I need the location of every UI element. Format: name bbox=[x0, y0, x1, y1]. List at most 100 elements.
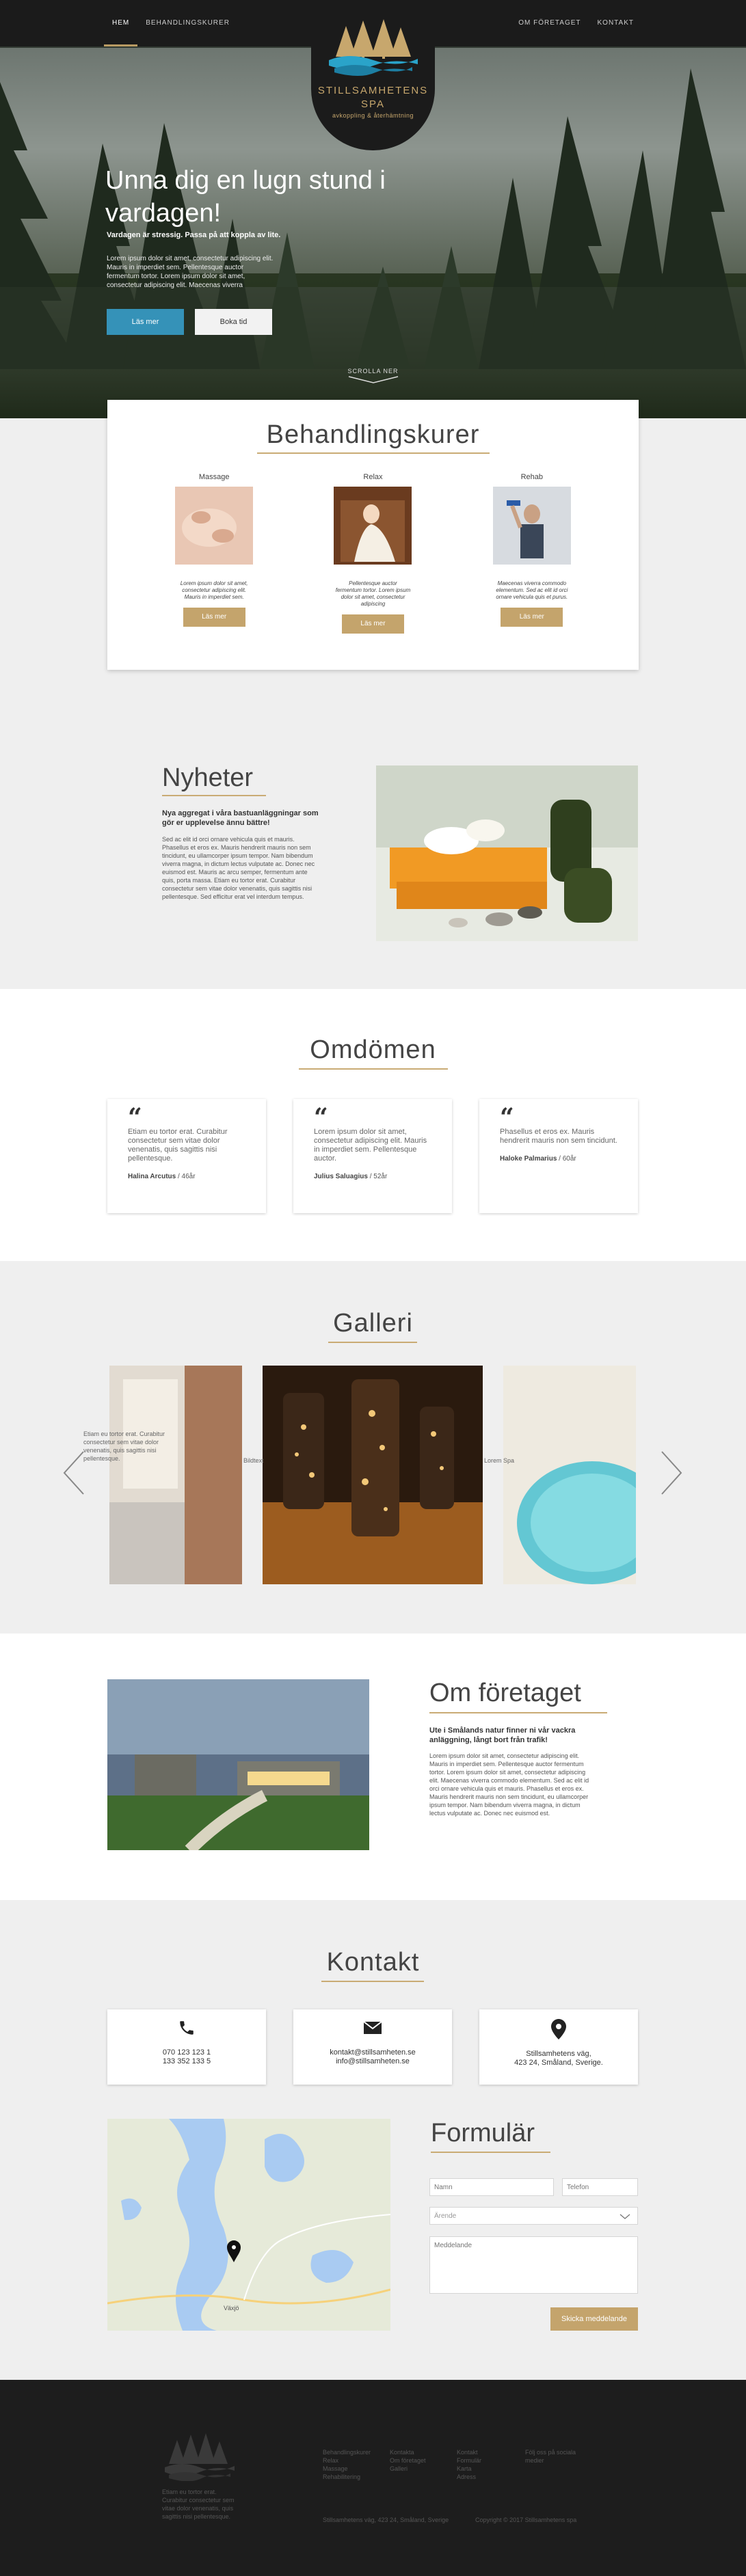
footer-col-contact: Kontakt Formulär Karta Adress bbox=[457, 2448, 481, 2481]
gallery-image-pool[interactable] bbox=[503, 1366, 636, 1584]
massage-read-more-button[interactable]: Läs mer bbox=[183, 608, 245, 627]
massage-image bbox=[175, 487, 254, 565]
contact-address-card[interactable]: Stillsamhetens väg, 423 24, Småland, Sve… bbox=[479, 2009, 638, 2085]
subject-select[interactable]: Ärende bbox=[429, 2207, 638, 2225]
address-line: Stillsamhetens väg, bbox=[526, 2050, 591, 2058]
title-underline bbox=[256, 452, 490, 454]
contact-title: Kontakt bbox=[326, 1948, 420, 1977]
treatment-relax: Relax Pellentesque auctor fermentum tort… bbox=[325, 473, 421, 634]
phone-icon bbox=[180, 2021, 194, 2035]
gallery-image-lanterns[interactable] bbox=[263, 1366, 483, 1584]
review-author-age: / 52år bbox=[367, 1173, 388, 1180]
footer-link[interactable]: Rehabilitering bbox=[323, 2473, 371, 2481]
nav-item-about[interactable]: Om företaget bbox=[510, 0, 589, 46]
map-graphic: Växjö bbox=[107, 2119, 390, 2331]
about-title: Om företaget bbox=[429, 1679, 581, 1707]
reviews-title: Omdömen bbox=[310, 1035, 436, 1064]
logo-title-2: SPA bbox=[361, 98, 385, 110]
review-author-name: Julius Saluagius bbox=[314, 1173, 368, 1180]
contact-phone-card[interactable]: 070 123 123 1 133 352 133 5 bbox=[107, 2009, 266, 2085]
footer-link[interactable]: Adress bbox=[457, 2473, 481, 2481]
footer: Etiam eu tortor erat. Curabitur consecte… bbox=[0, 2380, 746, 2576]
quote-icon: “ bbox=[128, 1103, 142, 1132]
treatment-desc: Maecenas viverra commodo elementum. Sed … bbox=[496, 580, 568, 600]
map-place-label: Växjö bbox=[224, 2305, 239, 2311]
name-input[interactable] bbox=[429, 2178, 554, 2196]
gallery-prev-arrow-icon[interactable] bbox=[60, 1449, 88, 1497]
rehab-read-more-button[interactable]: Läs mer bbox=[501, 608, 563, 627]
review-author: Haloke Palmarius / 60år bbox=[500, 1155, 617, 1163]
logo[interactable]: STILLSAMHETENS SPA avkoppling & återhämt… bbox=[311, 0, 435, 150]
about-text: Lorem ipsum dolor sit amet, consectetur … bbox=[429, 1752, 589, 1817]
envelope-icon bbox=[363, 2021, 382, 2034]
send-message-button[interactable]: Skicka meddelande bbox=[550, 2307, 638, 2331]
news-title: Nyheter bbox=[162, 763, 254, 792]
hero-book-button[interactable]: Boka tid bbox=[195, 309, 272, 335]
treatments-list: Massage Lorem ipsum dolor sit amet, cons… bbox=[107, 473, 639, 634]
news-text: Sed ac elit id orci ornare vehicula quis… bbox=[162, 836, 315, 900]
review-text: Phasellus et eros ex. Mauris hendrerit m… bbox=[500, 1128, 617, 1145]
spa-stones-image bbox=[376, 765, 638, 941]
chevron-down-icon bbox=[348, 376, 398, 383]
footer-link[interactable]: Massage bbox=[323, 2465, 371, 2473]
footer-col-treatments: Behandlingskurer Relax Massage Rehabilit… bbox=[323, 2448, 371, 2481]
chevron-down-icon bbox=[620, 2214, 630, 2219]
contact-email-card[interactable]: kontakt@stillsamheten.se info@stillsamhe… bbox=[293, 2009, 452, 2085]
hero-subtitle: Vardagen är stressig. Passa på att koppl… bbox=[107, 231, 281, 239]
nav-item-home[interactable]: Hem bbox=[104, 0, 138, 46]
review-author-age: / 46år bbox=[176, 1173, 196, 1180]
relax-read-more-button[interactable]: Läs mer bbox=[341, 614, 404, 634]
review-author-age: / 60år bbox=[557, 1155, 576, 1163]
hero-read-more-button[interactable]: Läs mer bbox=[107, 309, 184, 335]
title-underline bbox=[431, 2152, 550, 2153]
footer-link[interactable]: Behandlingskurer bbox=[323, 2448, 371, 2456]
nav-item-contact[interactable]: Kontakt bbox=[589, 0, 642, 46]
treatment-name: Massage bbox=[198, 473, 230, 481]
footer-address: Stillsamhetens väg, 423 24, Småland, Sve… bbox=[323, 2517, 449, 2523]
phone-number: 070 123 123 1 bbox=[162, 2048, 211, 2057]
gallery-title: Galleri bbox=[333, 1309, 413, 1338]
footer-link[interactable]: Följ oss på sociala bbox=[525, 2448, 576, 2456]
rehab-image bbox=[492, 487, 571, 565]
footer-link[interactable]: Kontakta bbox=[390, 2448, 426, 2456]
hero-title: Unna dig en lugn stund i vardagen! bbox=[105, 166, 386, 228]
message-textarea[interactable] bbox=[429, 2236, 638, 2294]
treatment-desc: Lorem ipsum dolor sit amet, consectetur … bbox=[180, 580, 248, 600]
address-line: 423 24, Småland, Sverige. bbox=[514, 2059, 603, 2067]
location-map[interactable]: Växjö bbox=[107, 2119, 390, 2331]
review-card: “ Phasellus et eros ex. Mauris hendrerit… bbox=[479, 1099, 638, 1213]
email-address: info@stillsamheten.se bbox=[336, 2057, 410, 2065]
review-author-name: Halina Arcutus bbox=[128, 1173, 176, 1180]
scroll-down-hint[interactable]: Scrolla ner bbox=[342, 368, 404, 385]
spa-building-image bbox=[107, 1679, 369, 1850]
footer-about-text: Etiam eu tortor erat. Curabitur consecte… bbox=[162, 2489, 235, 2520]
footer-col-company: Kontakta Om företaget Galleri bbox=[390, 2448, 426, 2473]
logo-trees-icon bbox=[328, 19, 418, 76]
news-lead: Nya aggregat i våra bastuanläggningar so… bbox=[162, 809, 319, 827]
footer-link[interactable]: medier bbox=[525, 2456, 576, 2465]
footer-link[interactable]: Formulär bbox=[457, 2456, 481, 2465]
footer-link[interactable]: Galleri bbox=[390, 2465, 426, 2473]
review-text: Etiam eu tortor erat. Curabitur consecte… bbox=[128, 1128, 228, 1163]
form-title: Formulär bbox=[431, 2119, 535, 2147]
nav-left: Hem Behandlingskurer bbox=[104, 0, 238, 46]
treatment-desc: Pellentesque auctor fermentum tortor. Lo… bbox=[335, 580, 411, 607]
gallery-next-arrow-icon[interactable] bbox=[658, 1449, 685, 1497]
title-underline bbox=[328, 1342, 417, 1343]
review-card: “ Lorem ipsum dolor sit amet, consectetu… bbox=[293, 1099, 452, 1213]
footer-link[interactable]: Kontakt bbox=[457, 2448, 481, 2456]
treatment-massage: Massage Lorem ipsum dolor sit amet, cons… bbox=[166, 473, 262, 634]
treatments-title: Behandlingskurer bbox=[266, 420, 480, 449]
footer-link[interactable]: Karta bbox=[457, 2465, 481, 2473]
footer-link[interactable]: Om företaget bbox=[390, 2456, 426, 2465]
quote-icon: “ bbox=[500, 1103, 514, 1132]
footer-link[interactable]: Relax bbox=[323, 2456, 371, 2465]
title-underline bbox=[429, 1712, 607, 1713]
title-underline bbox=[299, 1068, 448, 1070]
nav-right: Om företaget Kontakt bbox=[510, 0, 642, 46]
nav-item-treatments[interactable]: Behandlingskurer bbox=[137, 0, 238, 46]
phone-input[interactable] bbox=[562, 2178, 638, 2196]
relax-image bbox=[334, 487, 412, 565]
gallery-image-corridor[interactable] bbox=[109, 1366, 242, 1584]
treatment-name: Relax bbox=[363, 473, 383, 481]
